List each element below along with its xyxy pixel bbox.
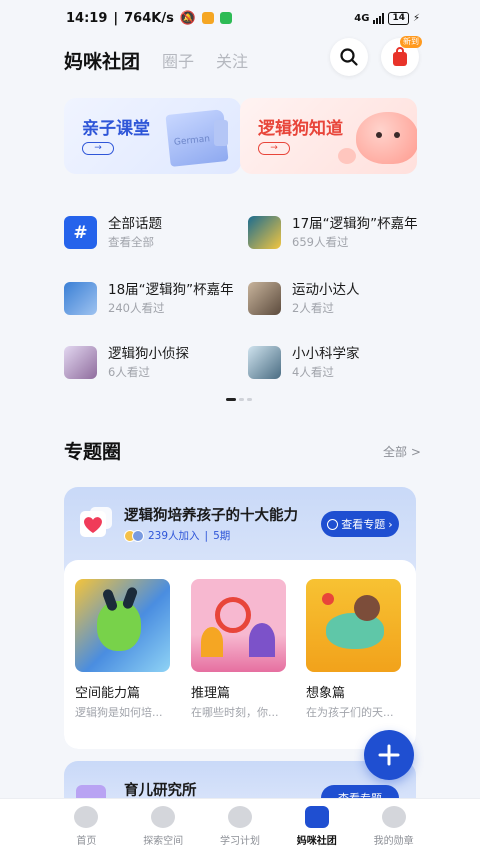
course-title: 推理篇 [191, 686, 231, 701]
gift-bag-icon [393, 47, 407, 66]
topic-thumbnail [248, 282, 281, 315]
bell-muted-icon: 🔕 [179, 10, 197, 26]
avatar [132, 529, 144, 542]
topic-title: 全部话题 [108, 216, 162, 232]
topic-views: 659人看过 [292, 235, 349, 249]
network-speed: 764K/s [124, 10, 174, 26]
course-card[interactable]: 想象篇 在为孩子们的天... [306, 579, 401, 720]
banner-title: 亲子课堂 [82, 119, 150, 139]
wechat-icon [220, 12, 233, 24]
topic-item[interactable]: # 全部话题 查看全部 [64, 214, 162, 251]
topic-item[interactable]: 逻辑狗小侦探 6人看过 [64, 344, 189, 381]
signal-icon [373, 12, 385, 24]
topic-views: 2人看过 [292, 301, 334, 315]
hashtag-icon: # [64, 216, 97, 249]
community-icon [304, 806, 329, 828]
chevron-right-icon: › [388, 517, 393, 531]
mascot-blob-illustration [356, 112, 417, 164]
zone-title: 育儿研究所 [124, 783, 197, 799]
medal-icon [381, 806, 406, 828]
gift-button[interactable]: 新到 [381, 36, 422, 76]
search-icon [340, 48, 358, 66]
course-title: 想象篇 [306, 686, 346, 701]
arrow-right-icon: → [258, 142, 290, 155]
bottom-navigation: 首页 探索空间 学习计划 妈咪社团 我的勋章 [0, 798, 480, 853]
topic-zone-card[interactable]: 逻辑狗培养孩子的十大能力 239人加入 | 5期 查看专题 › 空间能力篇 逻辑… [64, 487, 416, 749]
topic-thumbnail [248, 216, 281, 249]
topic-thumbnail [64, 346, 97, 379]
tab-following[interactable]: 关注 [216, 48, 248, 72]
course-thumbnail [191, 579, 286, 672]
hearts-icon [80, 507, 112, 537]
zone-title: 逻辑狗培养孩子的十大能力 [124, 508, 298, 524]
zone-meta: 239人加入 | 5期 [124, 528, 230, 543]
topic-item[interactable]: 18届“逻辑狗”杯嘉年 240人看过 [64, 280, 234, 317]
robot-icon [227, 806, 252, 828]
topic-thumbnail [64, 282, 97, 315]
notification-app-icon [202, 12, 215, 24]
arrow-right-icon: → [82, 142, 114, 155]
page-indicator [226, 398, 252, 401]
topic-views: 240人看过 [108, 301, 165, 315]
planet-icon [151, 806, 176, 828]
topic-title: 小小科学家 [292, 346, 360, 362]
nav-my-medals[interactable]: 我的勋章 [355, 799, 432, 853]
plus-icon [378, 744, 400, 766]
zone-issues: 5期 [213, 530, 231, 542]
topic-item[interactable]: 17届“逻辑狗”杯嘉年 659人看过 [248, 214, 418, 251]
view-topic-button[interactable]: 查看专题 › [321, 511, 399, 537]
nav-mommy-club[interactable]: 妈咪社团 [278, 799, 355, 853]
status-time: 14:19 [66, 10, 108, 26]
banner-title: 逻辑狗知道 [258, 119, 343, 139]
view-all-link[interactable]: 全部 > [383, 443, 421, 460]
eye-icon [327, 518, 339, 530]
topic-title: 逻辑狗小侦探 [108, 346, 189, 362]
course-thumbnail [306, 579, 401, 672]
topic-title: 18届“逻辑狗”杯嘉年 [108, 282, 234, 298]
topic-item[interactable]: 运动小达人 2人看过 [248, 280, 360, 317]
battery-level: 14 [388, 11, 409, 25]
top-header: 妈咪社团 圈子 关注 新到 [0, 36, 480, 84]
nav-explore[interactable]: 探索空间 [125, 799, 202, 853]
course-desc: 在哪些时刻，你... [191, 706, 279, 719]
home-icon [74, 806, 99, 828]
course-title: 空间能力篇 [75, 686, 141, 701]
zone-members: 239人加入 [148, 530, 200, 542]
topic-thumbnail [248, 346, 281, 379]
topic-title: 运动小达人 [292, 282, 360, 298]
topic-views: 查看全部 [108, 235, 154, 249]
tab-mommy-club[interactable]: 妈咪社团 [64, 47, 140, 74]
banner-parent-class[interactable]: German 亲子课堂 → [64, 98, 241, 174]
nav-study-plan[interactable]: 学习计划 [202, 799, 279, 853]
topic-views: 4人看过 [292, 365, 334, 379]
tab-circles[interactable]: 圈子 [162, 48, 194, 72]
charging-icon: ⚡ [412, 12, 420, 24]
course-card[interactable]: 推理篇 在哪些时刻，你... [191, 579, 286, 720]
search-button[interactable] [330, 38, 368, 76]
banner-logic-dog[interactable]: 逻辑狗知道 → [240, 98, 417, 174]
course-card[interactable]: 空间能力篇 逻辑狗是如何培... [75, 579, 170, 720]
course-desc: 逻辑狗是如何培... [75, 706, 163, 719]
topic-title: 17届“逻辑狗”杯嘉年 [292, 216, 418, 232]
course-list: 空间能力篇 逻辑狗是如何培... 推理篇 在哪些时刻，你... 想象篇 在为孩子… [64, 560, 416, 749]
topic-views: 6人看过 [108, 365, 150, 379]
course-thumbnail [75, 579, 170, 672]
nav-home[interactable]: 首页 [48, 799, 125, 853]
section-title: 专题圈 [64, 441, 122, 463]
status-bar: 14:19 | 764K/s 🔕 4G 14 ⚡ [66, 10, 420, 26]
new-badge: 新到 [400, 36, 422, 48]
course-desc: 在为孩子们的天... [306, 706, 394, 719]
topic-item[interactable]: 小小科学家 4人看过 [248, 344, 360, 381]
create-post-button[interactable] [364, 730, 414, 780]
signal-type: 4G [354, 12, 370, 24]
